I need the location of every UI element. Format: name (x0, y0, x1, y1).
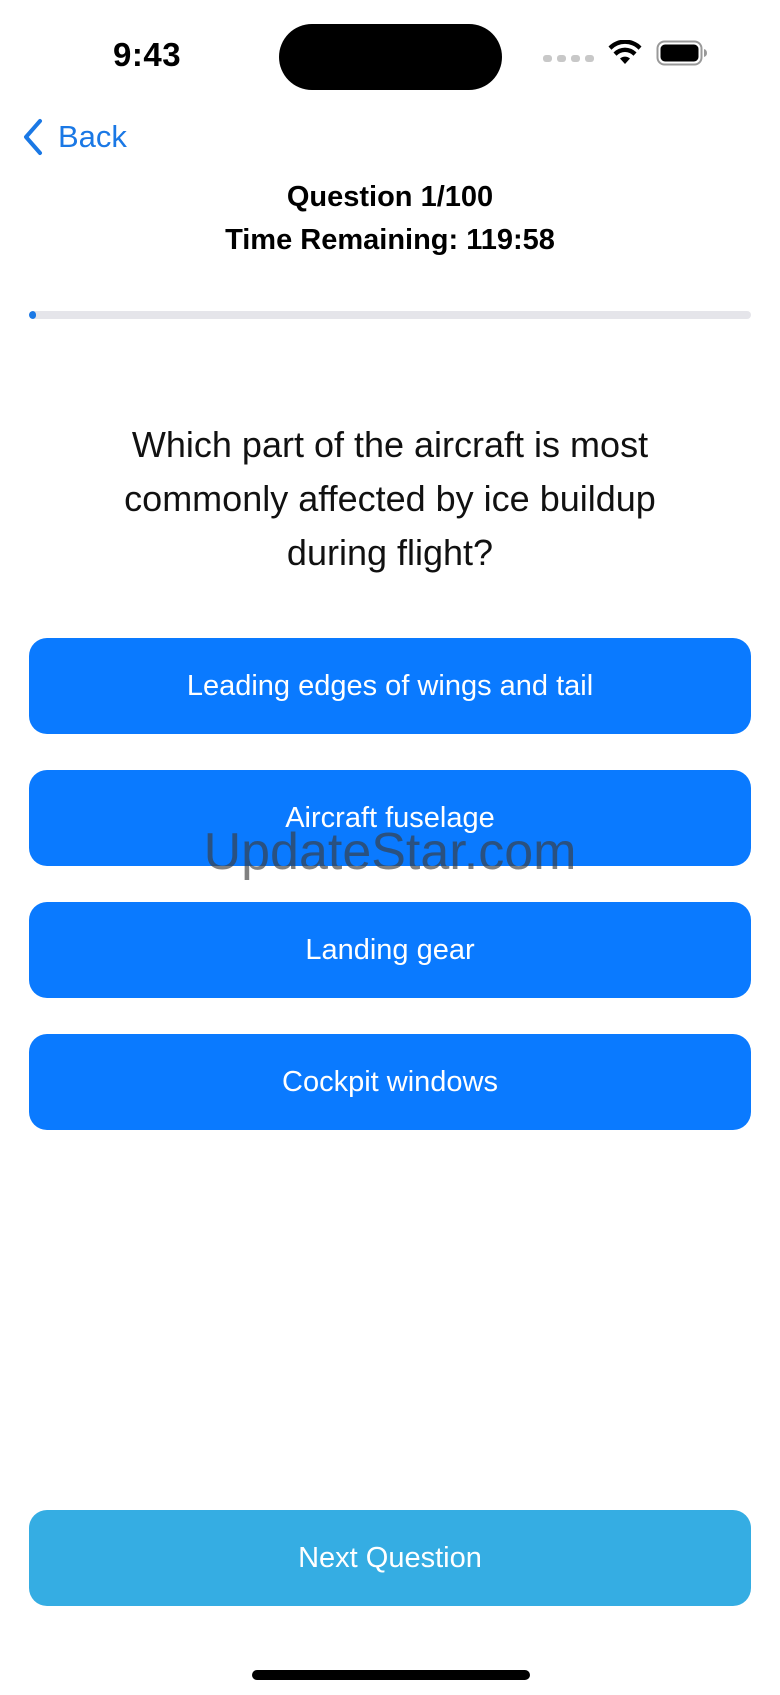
question-text: Which part of the aircraft is most commo… (124, 424, 656, 573)
back-button[interactable]: Back (22, 118, 127, 156)
wifi-icon (608, 40, 642, 66)
status-time: 9:43 (113, 36, 182, 73)
answer-button-3[interactable]: Landing gear (29, 902, 751, 998)
answer-button-2[interactable]: Aircraft fuselage (29, 770, 751, 866)
chevron-left-icon (22, 118, 44, 156)
answer-button-4[interactable]: Cockpit windows (29, 1034, 751, 1130)
answer-list: Leading edges of wings and tail Aircraft… (29, 638, 751, 1166)
next-question-button[interactable]: Next Question (29, 1510, 751, 1606)
question-counter: Question 1/100 (286, 181, 494, 213)
quiz-screen: 9:43 Back Question 1/100 Time Remaining:… (0, 0, 780, 1695)
progress-bar (29, 311, 751, 319)
time-remaining: Time Remaining: 119:58 (225, 224, 555, 256)
home-indicator (252, 1670, 530, 1680)
cellular-signal-icon (543, 54, 594, 62)
back-label: Back (58, 119, 127, 154)
status-icons (543, 40, 708, 66)
answer-button-1[interactable]: Leading edges of wings and tail (29, 638, 751, 734)
dynamic-island (279, 24, 502, 90)
battery-icon (656, 40, 708, 66)
progress-fill (29, 311, 37, 319)
